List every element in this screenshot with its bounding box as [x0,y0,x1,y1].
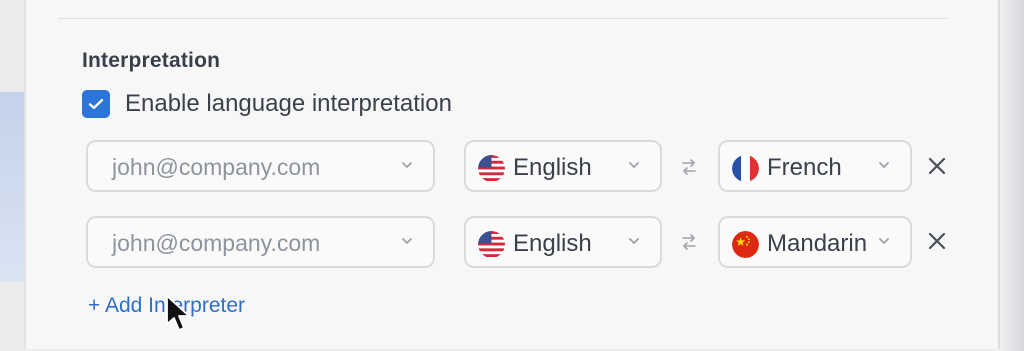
right-edge-shadow [996,0,1024,351]
source-language-label: English [513,230,592,257]
target-language-select[interactable]: French [718,140,912,192]
enable-interpretation-label: Enable language interpretation [125,90,452,117]
swap-icon [680,233,698,251]
interpreter-email-select[interactable]: john@company.com [86,140,435,192]
chevron-down-icon [399,157,415,173]
top-divider [58,18,948,19]
china-flag-icon [732,231,759,258]
source-language-select[interactable]: English [464,216,662,268]
france-flag-icon [732,155,759,182]
section-title: Interpretation [82,49,221,72]
interpreter-email-select[interactable]: john@company.com [86,216,435,268]
target-language-label: French [767,154,842,181]
enable-interpretation-checkbox[interactable] [82,90,110,118]
interpreter-email-value: john@company.com [112,154,321,180]
interpreter-email-value: john@company.com [112,230,321,256]
left-background-strip [0,92,24,282]
interpretation-settings-page: Interpretation Enable language interpret… [0,0,1024,351]
us-flag-icon [478,155,505,182]
check-icon [88,98,104,110]
chevron-down-icon [626,157,642,173]
mouse-pointer-icon [165,294,195,334]
us-flag-icon [478,231,505,258]
close-icon[interactable] [926,230,948,252]
chevron-down-icon [626,233,642,249]
swap-icon [680,158,698,176]
chevron-down-icon [399,233,415,249]
chevron-down-icon [876,157,892,173]
source-language-select[interactable]: English [464,140,662,192]
source-language-label: English [513,154,592,181]
target-language-label: Mandarin [767,230,868,257]
target-language-select[interactable]: Mandarin [718,216,912,268]
chevron-down-icon [876,233,892,249]
close-icon[interactable] [926,155,948,177]
